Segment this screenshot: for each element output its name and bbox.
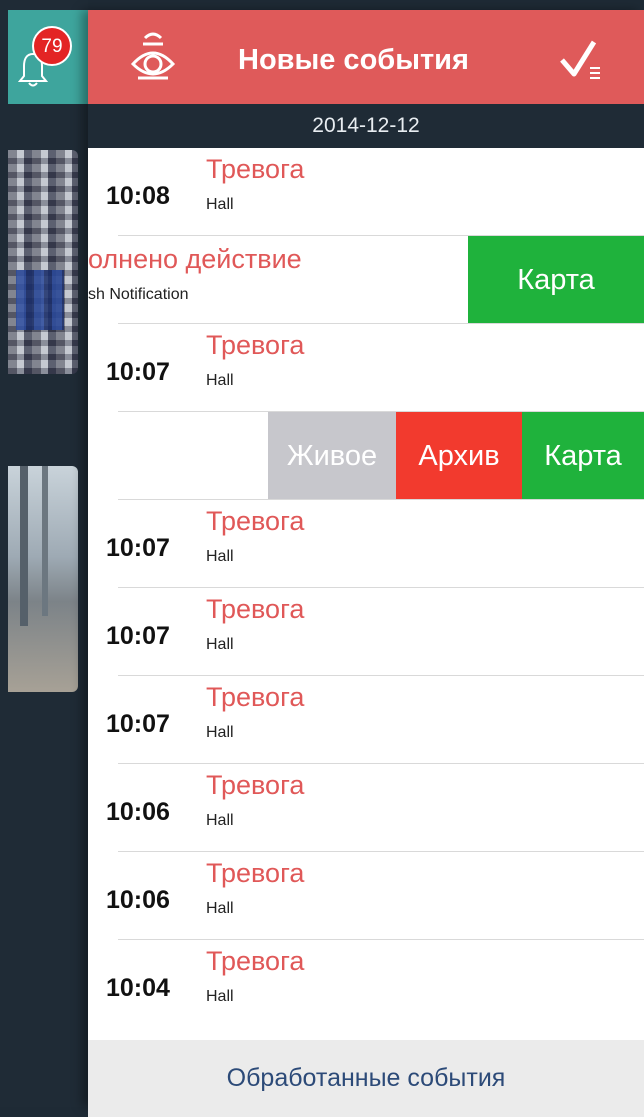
notification-badge: 79	[32, 26, 72, 66]
archive-button[interactable]: Архив	[396, 412, 522, 500]
event-row[interactable]: 10:06 Тревога Hall	[88, 764, 644, 852]
map-button[interactable]: Карта	[522, 412, 644, 500]
event-location: Hall	[206, 988, 234, 1005]
event-type: Тревога	[206, 770, 305, 800]
event-location: Hall	[206, 636, 234, 653]
header: Новые события	[88, 10, 644, 104]
event-location: Hall	[206, 812, 234, 829]
event-type: Тревога	[206, 506, 305, 536]
event-row[interactable]: 10:07 Тревога Hall	[88, 676, 644, 764]
event-time: 10:06	[106, 798, 170, 826]
event-row-swiped[interactable]: олнено действие sh Notification Карта	[88, 236, 644, 324]
event-time: 10:07	[106, 358, 170, 386]
sidebar: 79	[0, 0, 88, 1107]
event-subtitle: sh Notification	[88, 286, 189, 303]
event-type: Тревога	[206, 154, 305, 184]
map-button[interactable]: Карта	[468, 236, 644, 324]
processed-events-button[interactable]: Обработанные события	[88, 1040, 644, 1117]
event-time: 10:08	[106, 182, 170, 210]
camera-thumbnail-warehouse[interactable]	[8, 150, 78, 374]
event-type: Тревога	[206, 682, 305, 712]
eye-icon[interactable]	[130, 28, 176, 84]
event-row-swiped[interactable]: Живое Архив Карта	[88, 412, 644, 500]
event-location: Hall	[206, 548, 234, 565]
event-type: Тревога	[206, 858, 305, 888]
camera-thumbnail-hall[interactable]	[8, 466, 78, 692]
event-row[interactable]: 10:06 Тревога Hall	[88, 852, 644, 940]
live-button[interactable]: Живое	[268, 412, 396, 500]
notifications-button[interactable]: 79	[8, 10, 88, 104]
event-location: Hall	[206, 900, 234, 917]
event-location: Hall	[206, 724, 234, 741]
event-time: 10:07	[106, 710, 170, 738]
check-list-icon[interactable]	[560, 38, 604, 82]
event-row[interactable]: 10:08 Тревога Hall	[88, 148, 644, 236]
event-location: Hall	[206, 196, 234, 213]
event-time: 10:07	[106, 534, 170, 562]
event-location: Hall	[206, 372, 234, 389]
events-panel: Новые события 2014-12-12 10:08 Тревога H…	[88, 10, 644, 1117]
event-time: 10:07	[106, 622, 170, 650]
event-row[interactable]: 10:07 Тревога Hall	[88, 588, 644, 676]
event-type: Тревога	[206, 594, 305, 624]
event-row[interactable]: 10:07 Тревога Hall	[88, 324, 644, 412]
event-type: Тревога	[206, 330, 305, 360]
event-row[interactable]: 10:07 Тревога Hall	[88, 500, 644, 588]
event-row[interactable]: 10:04 Тревога Hall	[88, 940, 644, 1028]
page-title: Новые события	[238, 44, 469, 76]
event-time: 10:06	[106, 886, 170, 914]
event-type: олнено действие	[88, 244, 302, 274]
event-type: Тревога	[206, 946, 305, 976]
date-section-header: 2014-12-12	[88, 104, 644, 148]
event-time: 10:04	[106, 974, 170, 1002]
